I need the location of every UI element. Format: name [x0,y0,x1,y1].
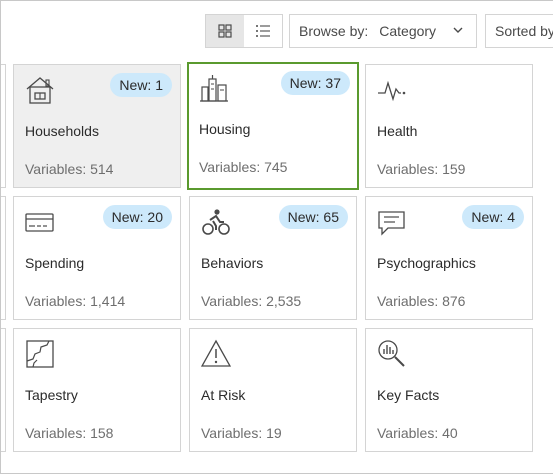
map-segment-icon [25,339,55,369]
variable-count: Variables: 876 [377,293,466,309]
browse-by-value: Category [379,23,437,39]
category-card-at-risk[interactable]: At Risk Variables: 19 [189,328,357,452]
cyclist-icon [201,207,231,237]
buildings-icon [199,73,229,103]
partial-card [1,328,6,452]
category-title: Health [377,123,418,139]
category-title: Psychographics [377,255,476,271]
variable-count: Variables: 159 [377,161,466,177]
browse-by-select[interactable]: Browse by: Category [289,14,477,48]
credit-card-icon [25,207,55,237]
variable-count: Variables: 745 [199,159,288,175]
magnify-chart-icon [377,339,407,369]
list-view-button[interactable] [244,15,282,47]
category-title: Spending [25,255,85,271]
grid-icon [218,24,232,38]
category-title: Housing [199,121,251,137]
partial-card [1,196,6,320]
category-browser: Browse by: Category Sorted by New: 1 Hou… [0,0,553,474]
browse-by-label: Browse by: [299,23,369,39]
variable-count: Variables: 514 [25,161,114,177]
list-icon [255,24,271,38]
sorted-by-label: Sorted by [495,23,553,39]
new-count-badge: New: 20 [102,205,172,229]
category-title: At Risk [201,387,246,403]
category-card-health[interactable]: Health Variables: 159 [365,64,533,188]
house-icon [25,75,55,105]
category-card-psychographics[interactable]: New: 4 Psychographics Variables: 876 [365,196,533,320]
variable-count: Variables: 2,535 [201,293,302,309]
variable-count: Variables: 1,414 [25,293,126,309]
new-count-badge: New: 4 [462,205,524,229]
new-count-badge: New: 1 [110,73,172,97]
category-title: Households [25,123,99,139]
new-count-badge: New: 37 [280,71,350,95]
new-count-badge: New: 65 [278,205,348,229]
view-toggle [205,14,283,48]
chevron-down-icon [452,24,464,36]
speech-bubble-icon [377,207,407,237]
category-card-behaviors[interactable]: New: 65 Behaviors Variables: 2,535 [189,196,357,320]
heartbeat-icon [377,75,407,105]
category-card-tapestry[interactable]: Tapestry Variables: 158 [13,328,181,452]
variable-count: Variables: 40 [377,425,458,441]
partial-card [1,64,6,188]
category-title: Tapestry [25,387,78,403]
category-card-spending[interactable]: New: 20 Spending Variables: 1,414 [13,196,181,320]
category-title: Behaviors [201,255,264,271]
category-card-households[interactable]: New: 1 Households Variables: 514 [13,64,181,188]
variable-count: Variables: 158 [25,425,114,441]
category-card-housing[interactable]: New: 37 Housing Variables: 745 [187,62,359,190]
category-card-key-facts[interactable]: Key Facts Variables: 40 [365,328,533,452]
category-title: Key Facts [377,387,440,403]
sorted-by-select[interactable]: Sorted by [485,14,553,48]
grid-view-button[interactable] [206,15,244,47]
warning-icon [201,339,231,369]
variable-count: Variables: 19 [201,425,282,441]
